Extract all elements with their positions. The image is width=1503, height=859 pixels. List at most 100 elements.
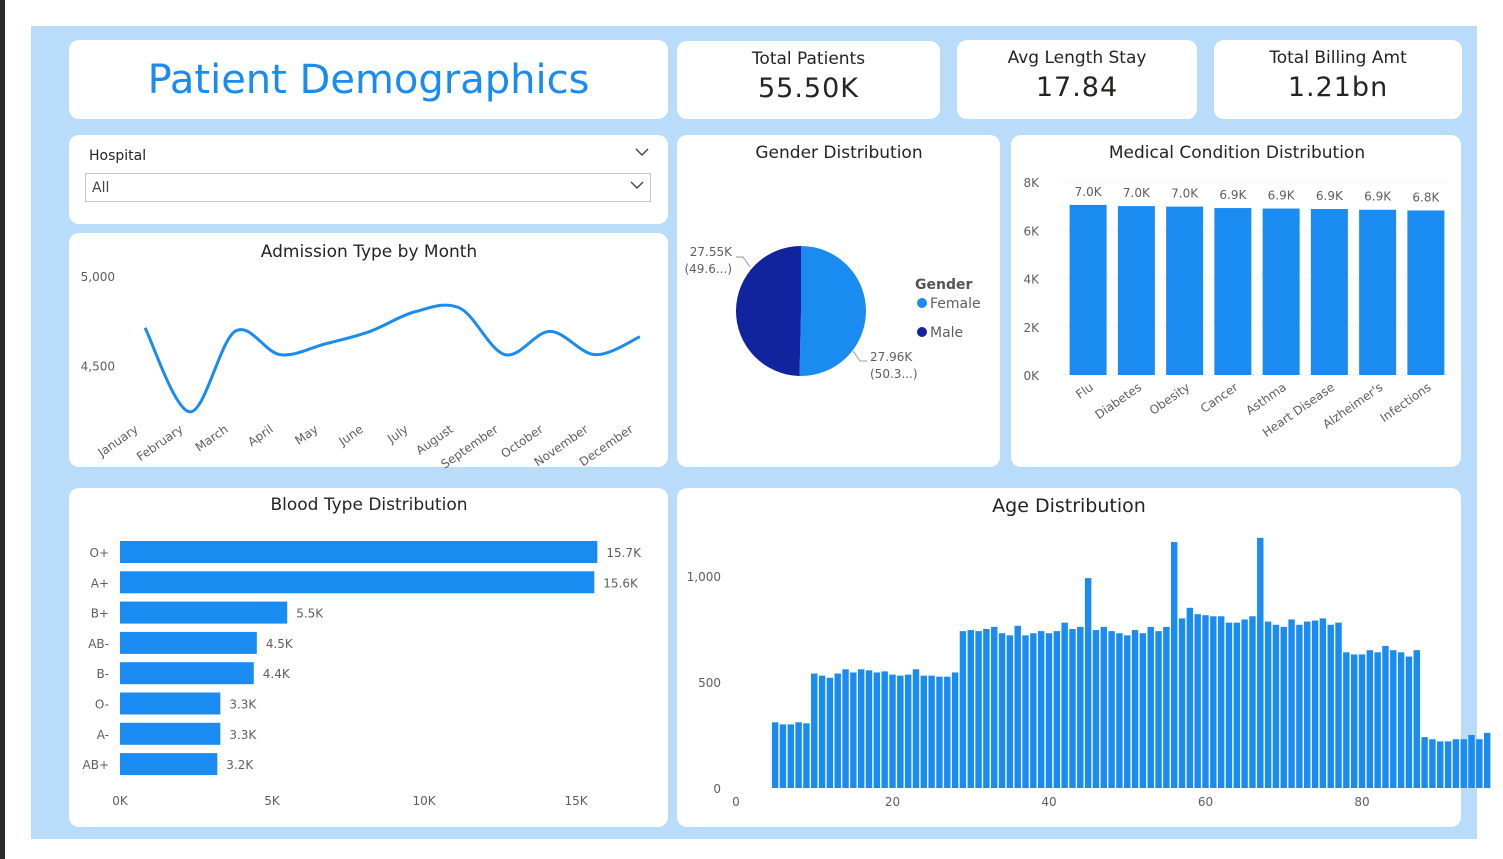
window-edge (0, 0, 5, 859)
y-tick-label: AB+ (83, 758, 110, 772)
legend-marker (917, 327, 927, 337)
legend-item: Male (930, 325, 963, 341)
bar (983, 629, 990, 788)
data-label: 3.2K (226, 758, 254, 772)
bar (1214, 208, 1252, 375)
bar (1202, 615, 1209, 788)
bar (1437, 741, 1444, 788)
medical-bar-chart: Medical Condition Distribution 0K 2K 4K 6K 8… (1023, 143, 1447, 440)
bar (1139, 633, 1147, 788)
y-tick-label: 1,000 (687, 570, 721, 584)
chevron-down-icon[interactable] (635, 145, 649, 161)
y-tick-label: 5,000 (81, 270, 115, 284)
y-tick-label: AB- (88, 637, 109, 651)
bar (1166, 206, 1204, 375)
bar (1069, 629, 1076, 788)
bar (1358, 654, 1366, 788)
data-label: 6.9K (1219, 188, 1247, 202)
x-tick-label: 20 (885, 795, 900, 809)
x-tick-label: 80 (1354, 795, 1369, 809)
bar (795, 722, 802, 788)
data-label: (49.6...) (684, 262, 732, 276)
bar (951, 672, 959, 788)
bar (1147, 626, 1154, 788)
data-label: 5.5K (296, 607, 324, 621)
legend-marker (917, 298, 927, 308)
bar (1069, 204, 1107, 375)
bar (1163, 626, 1170, 788)
y-tick-label: 8K (1023, 176, 1040, 190)
admission-chart-card: Admission Type by Month 5,000 4,500 Januar… (69, 233, 668, 472)
y-tick-label: B+ (91, 607, 109, 621)
y-tick-label: A+ (91, 576, 109, 590)
bar (1413, 650, 1420, 788)
bar (787, 724, 794, 788)
kpi-label: Total Patients (751, 49, 866, 69)
bar (920, 675, 928, 788)
chart-title: Admission Type by Month (261, 242, 477, 262)
bar (1014, 625, 1021, 788)
data-label: 6.9K (1316, 189, 1344, 203)
bar (1117, 206, 1155, 375)
bar (1077, 626, 1084, 788)
gender-pie-chart: Gender Distribution Gender 27.96K (50.3..… (684, 143, 980, 381)
bar (1327, 624, 1334, 788)
data-label: 6.9K (1364, 190, 1392, 204)
kpi-total-billing[interactable]: Total Billing Amt 1.21bn (1214, 40, 1462, 119)
x-tick-label: 0K (112, 794, 129, 808)
bar (1037, 631, 1045, 788)
y-tick-label: 0K (1023, 369, 1040, 383)
bar (120, 753, 218, 776)
bar (1022, 635, 1029, 788)
kpi-label: Total Billing Amt (1269, 48, 1407, 68)
bar (1382, 645, 1389, 788)
hospital-slicer: Hospital All (69, 135, 668, 224)
bar (771, 722, 779, 788)
y-tick-label: O- (95, 698, 109, 712)
x-tick-label: 0 (732, 795, 740, 809)
bar (1262, 208, 1300, 375)
y-tick-label: 4,500 (81, 359, 115, 373)
data-label: 3.3K (229, 728, 257, 742)
dropdown-value: All (92, 180, 110, 196)
kpi-avg-length-stay[interactable]: Avg Length Stay 17.84 (957, 40, 1197, 119)
y-tick-label: 500 (698, 676, 721, 690)
data-label: 4.5K (266, 637, 294, 651)
kpi-total-patients[interactable]: Total Patients 55.50K (677, 41, 940, 119)
bar (1288, 619, 1295, 788)
bar (811, 673, 818, 788)
x-tick-label: March (193, 422, 231, 454)
bar (1186, 607, 1194, 788)
bar (857, 669, 865, 788)
y-tick-label: A- (97, 728, 109, 742)
bar (120, 601, 288, 624)
data-label: 3.3K (229, 698, 257, 712)
bar (1343, 652, 1350, 788)
data-label: 27.96K (870, 350, 913, 364)
x-tick-label: February (134, 422, 186, 464)
bar (1350, 654, 1358, 788)
bar (1264, 621, 1272, 788)
x-tick-label: 60 (1198, 795, 1213, 809)
bar (944, 676, 951, 788)
bar (936, 676, 943, 788)
page-title: Patient Demographics (147, 56, 590, 103)
bar (120, 662, 254, 685)
kpi-label: Avg Length Stay (1007, 48, 1147, 68)
y-tick-label: 0 (713, 782, 721, 796)
bar (1178, 618, 1186, 788)
y-tick-label: B- (96, 667, 109, 681)
age-histogram: Age Distribution 0 500 1,000 0 20 40 60 80 (687, 495, 1491, 809)
leader-line (852, 350, 867, 362)
y-tick-label: 2K (1023, 321, 1040, 335)
x-tick-label: June (335, 422, 365, 449)
bar (865, 670, 873, 788)
bar (120, 692, 221, 715)
bar (881, 671, 888, 788)
data-label: 6.8K (1412, 190, 1440, 204)
chart-title: Gender Distribution (755, 143, 922, 163)
x-tick-label: July (384, 422, 411, 446)
blood-bar-chart: Blood Type Distribution O+ 15.7K A+ 15.6K B+… (83, 495, 643, 808)
hospital-dropdown[interactable]: All (85, 173, 651, 202)
bar (1390, 650, 1397, 788)
